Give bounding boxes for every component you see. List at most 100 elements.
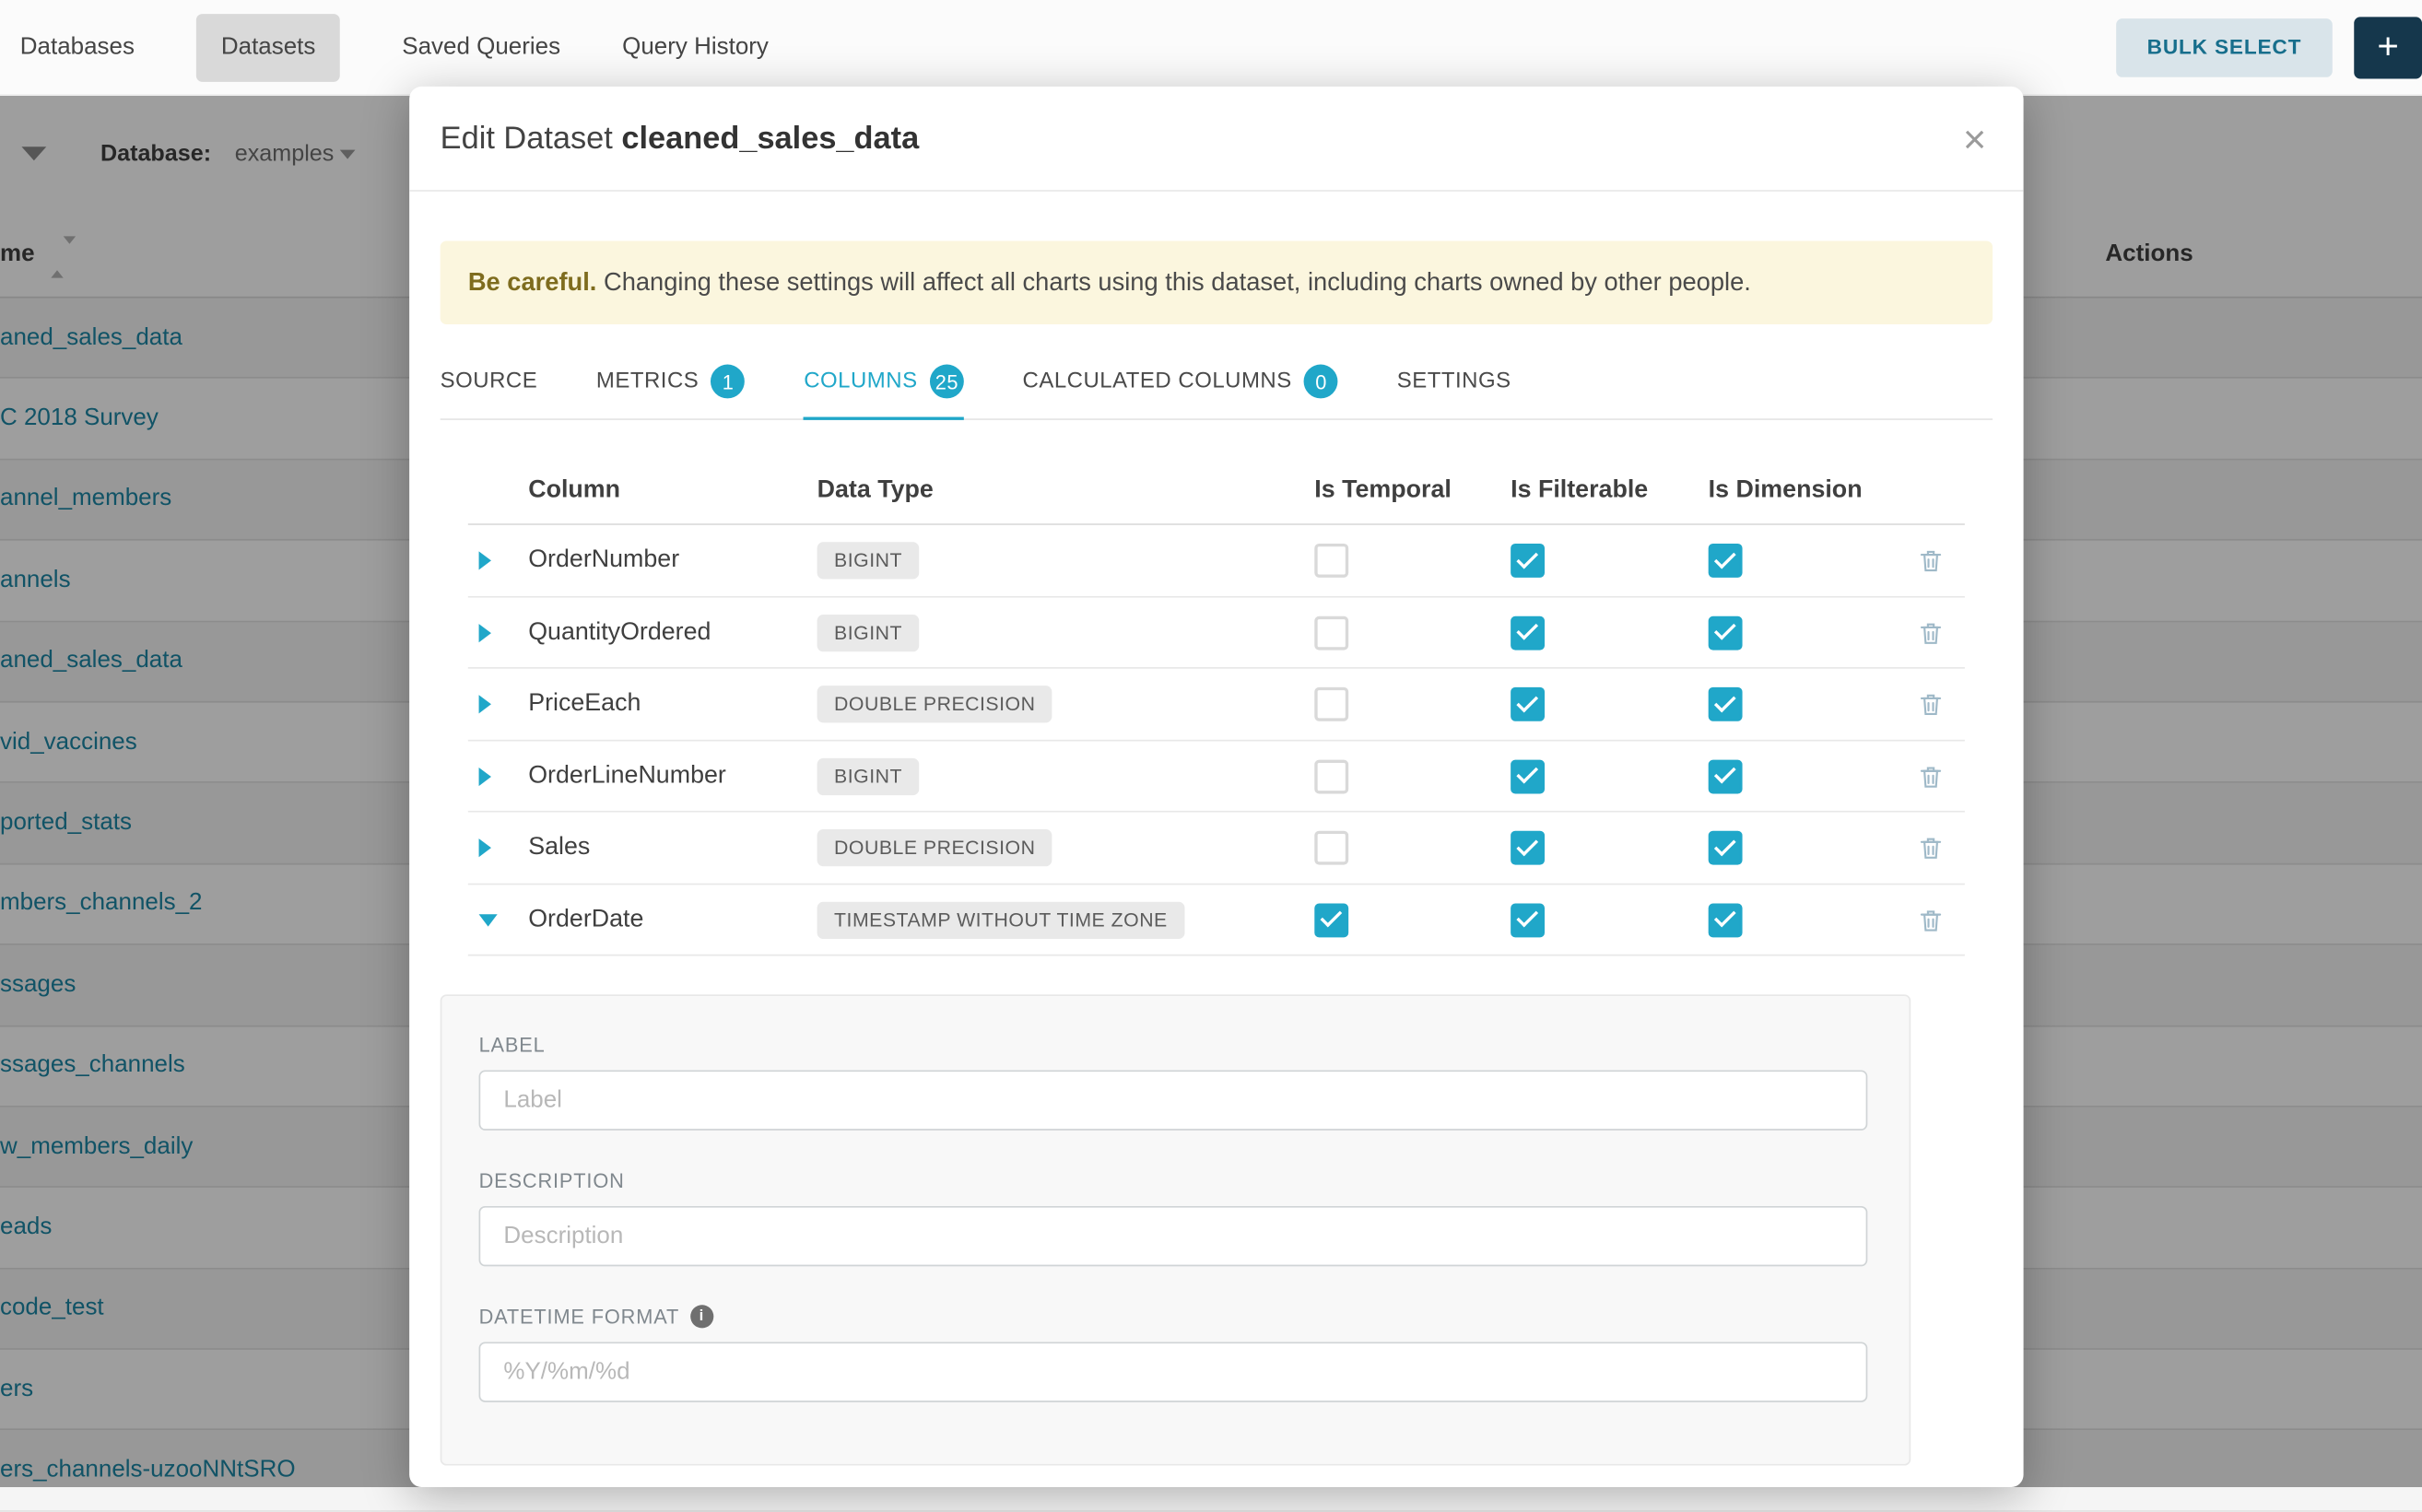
- is-temporal-checkbox[interactable]: [1314, 903, 1348, 937]
- delete-icon[interactable]: [1917, 833, 1945, 862]
- is-filterable-checkbox[interactable]: [1511, 831, 1545, 865]
- is-dimension-checkbox[interactable]: [1709, 759, 1743, 793]
- nav-item-saved-queries[interactable]: Saved Queries: [402, 33, 560, 61]
- datetime-format-field: DATETIME FORMAT: [479, 1306, 1868, 1403]
- modal-title-dataset-name: cleaned_sales_data: [621, 120, 919, 156]
- expand-caret-icon[interactable]: [479, 914, 498, 926]
- tab-badge: 0: [1304, 365, 1338, 399]
- delete-icon[interactable]: [1917, 546, 1945, 576]
- modal-title-prefix: Edit Dataset: [441, 120, 613, 156]
- column-detail-panel: LABEL DESCRIPTION DATETIME FORMAT: [441, 995, 1911, 1466]
- columns-table-header: Column Data Type Is Temporal Is Filterab…: [468, 420, 1965, 525]
- warning-bold-text: Be careful.: [468, 269, 597, 297]
- delete-icon[interactable]: [1917, 618, 1945, 648]
- nav-item-query-history[interactable]: Query History: [622, 33, 769, 61]
- data-type-pill: DOUBLE PRECISION: [817, 829, 1052, 866]
- is-dimension-checkbox[interactable]: [1709, 903, 1743, 937]
- label-field-label: LABEL: [479, 1034, 1868, 1057]
- info-icon[interactable]: [690, 1306, 713, 1329]
- column-name: QuantityOrdered: [528, 618, 711, 646]
- is-filterable-header: Is Filterable: [1511, 477, 1648, 505]
- columns-table: Column Data Type Is Temporal Is Filterab…: [468, 420, 1965, 956]
- tab-badge: 25: [930, 365, 964, 399]
- add-dataset-button[interactable]: +: [2354, 17, 2422, 78]
- data-type-pill: BIGINT: [817, 757, 920, 794]
- tab-label: CALCULATED COLUMNS: [1023, 369, 1292, 394]
- label-field: LABEL: [479, 1034, 1868, 1131]
- is-dimension-checkbox[interactable]: [1709, 687, 1743, 721]
- data-type-pill: BIGINT: [817, 542, 920, 579]
- columns-table-body: OrderNumber BIGINT QuantityOrdered BIGIN…: [468, 525, 1965, 956]
- is-temporal-checkbox[interactable]: [1314, 544, 1348, 578]
- is-filterable-checkbox[interactable]: [1511, 615, 1545, 650]
- modal-tabs: SOURCE METRICS 1 COLUMNS 25 CALCULATED COLUMN…: [441, 346, 1993, 420]
- tab-badge: 1: [711, 365, 746, 399]
- is-temporal-checkbox[interactable]: [1314, 615, 1348, 650]
- warning-text: Changing these settings will affect all …: [604, 269, 1751, 297]
- column-row: Sales DOUBLE PRECISION: [468, 813, 1965, 885]
- column-name: OrderLineNumber: [528, 762, 726, 790]
- is-filterable-checkbox[interactable]: [1511, 687, 1545, 721]
- expand-caret-icon[interactable]: [479, 767, 491, 785]
- column-row: OrderDate TIMESTAMP WITHOUT TIME ZONE: [468, 885, 1965, 956]
- app: Database: examples me Actions aned_sales…: [0, 0, 2422, 1487]
- column-row: PriceEach DOUBLE PRECISION: [468, 669, 1965, 741]
- edit-dataset-modal: Edit Dataset cleaned_sales_data × Be car…: [409, 87, 2023, 1487]
- column-row: QuantityOrdered BIGINT: [468, 597, 1965, 669]
- column-row: OrderLineNumber BIGINT: [468, 741, 1965, 813]
- nav-item-datasets[interactable]: Datasets: [196, 13, 340, 81]
- is-dimension-header: Is Dimension: [1709, 477, 1863, 505]
- datetime-format-field-label: DATETIME FORMAT: [479, 1306, 680, 1329]
- column-name: PriceEach: [528, 690, 641, 718]
- data-type-pill: TIMESTAMP WITHOUT TIME ZONE: [817, 901, 1185, 938]
- column-header: Column: [528, 477, 620, 505]
- expand-caret-icon[interactable]: [479, 623, 491, 641]
- delete-icon[interactable]: [1917, 905, 1945, 934]
- close-icon[interactable]: ×: [1963, 118, 1986, 158]
- is-temporal-header: Is Temporal: [1314, 477, 1452, 505]
- is-filterable-checkbox[interactable]: [1511, 759, 1545, 793]
- is-temporal-checkbox[interactable]: [1314, 687, 1348, 721]
- is-temporal-checkbox[interactable]: [1314, 831, 1348, 865]
- expand-caret-icon[interactable]: [479, 695, 491, 713]
- delete-icon[interactable]: [1917, 690, 1945, 720]
- delete-icon[interactable]: [1917, 761, 1945, 791]
- tab-source[interactable]: SOURCE: [441, 346, 538, 419]
- tab-label: METRICS: [596, 369, 699, 394]
- is-dimension-checkbox[interactable]: [1709, 831, 1743, 865]
- description-field-label: DESCRIPTION: [479, 1169, 1868, 1192]
- is-dimension-checkbox[interactable]: [1709, 544, 1743, 578]
- data-type-pill: DOUBLE PRECISION: [817, 686, 1052, 722]
- tab-calculated-columns[interactable]: CALCULATED COLUMNS 0: [1023, 346, 1339, 419]
- column-name: OrderDate: [528, 906, 643, 933]
- column-name: Sales: [528, 834, 590, 861]
- warning-banner: Be careful. Changing these settings will…: [441, 240, 1993, 324]
- description-field: DESCRIPTION: [479, 1169, 1868, 1267]
- data-type-header: Data Type: [817, 477, 934, 505]
- modal-body: Be careful. Changing these settings will…: [409, 240, 2023, 1466]
- column-row: OrderNumber BIGINT: [468, 525, 1965, 597]
- modal-title: Edit Dataset cleaned_sales_data: [441, 120, 920, 157]
- tab-metrics[interactable]: METRICS 1: [596, 346, 746, 419]
- topnav-items: Databases Datasets Saved Queries Query Hist…: [20, 13, 769, 81]
- top-nav: Databases Datasets Saved Queries Query Hist…: [0, 0, 2422, 96]
- is-filterable-checkbox[interactable]: [1511, 544, 1545, 578]
- tab-label: SOURCE: [441, 369, 538, 394]
- column-name: OrderNumber: [528, 546, 679, 574]
- is-dimension-checkbox[interactable]: [1709, 615, 1743, 650]
- nav-item-databases[interactable]: Databases: [20, 33, 135, 61]
- tab-label: SETTINGS: [1397, 369, 1511, 394]
- tab-label: COLUMNS: [804, 369, 917, 394]
- modal-header: Edit Dataset cleaned_sales_data ×: [409, 87, 2023, 192]
- is-temporal-checkbox[interactable]: [1314, 759, 1348, 793]
- tab-columns[interactable]: COLUMNS 25: [804, 346, 964, 419]
- label-input[interactable]: [479, 1071, 1868, 1131]
- expand-caret-icon[interactable]: [479, 838, 491, 857]
- bulk-select-button[interactable]: BULK SELECT: [2116, 18, 2333, 76]
- tab-settings[interactable]: SETTINGS: [1397, 346, 1511, 419]
- datetime-format-input[interactable]: [479, 1342, 1868, 1402]
- is-filterable-checkbox[interactable]: [1511, 903, 1545, 937]
- data-type-pill: BIGINT: [817, 614, 920, 651]
- description-input[interactable]: [479, 1207, 1868, 1267]
- expand-caret-icon[interactable]: [479, 552, 491, 570]
